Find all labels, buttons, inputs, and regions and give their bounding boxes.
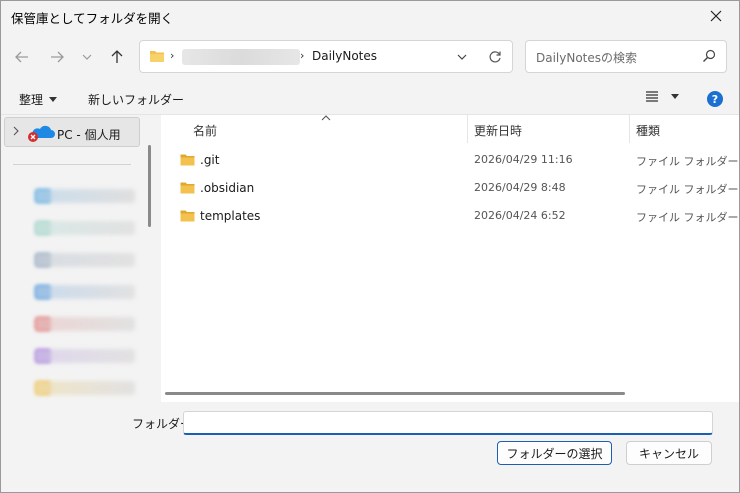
- redacted-nav-item[interactable]: [35, 253, 135, 267]
- breadcrumb-separator: ›: [300, 49, 305, 62]
- search-placeholder[interactable]: DailyNotesの検索: [536, 49, 637, 66]
- redacted-nav-item[interactable]: [35, 221, 135, 235]
- breadcrumb-separator: ›: [170, 49, 175, 62]
- file-name: templates: [200, 209, 261, 223]
- redacted-nav-item[interactable]: [35, 317, 135, 331]
- redacted-breadcrumb: [182, 49, 300, 65]
- chevron-down-icon: [457, 54, 467, 60]
- onedrive-error-icon: [28, 125, 55, 142]
- address-history-dropdown[interactable]: [453, 49, 471, 65]
- folder-icon: [180, 154, 195, 166]
- title-bar: 保管庫としてフォルダを開く: [1, 1, 739, 31]
- breadcrumb-current[interactable]: DailyNotes: [312, 49, 377, 63]
- folder-icon: [150, 51, 164, 62]
- refresh-button[interactable]: [486, 48, 504, 66]
- recent-locations-button[interactable]: [76, 45, 98, 69]
- up-button[interactable]: [104, 45, 130, 69]
- cancel-button[interactable]: キャンセル: [626, 441, 712, 465]
- nav-item-pc[interactable]: PC - 個人用: [4, 117, 140, 147]
- list-view-icon: [646, 91, 658, 102]
- file-date: 2026/04/29 8:48: [474, 181, 566, 194]
- file-row[interactable]: .git 2026/04/29 11:16 ファイル フォルダー: [161, 146, 739, 174]
- file-list: 名前 更新日時 種類 .git 2026/04/29 11:16 ファイル フォ…: [161, 115, 739, 402]
- file-type: ファイル フォルダー: [636, 155, 739, 168]
- chevron-right-icon: [13, 126, 19, 136]
- folder-icon: [180, 210, 195, 222]
- caret-down-icon: [49, 97, 58, 102]
- redacted-nav-item[interactable]: [35, 189, 135, 203]
- address-bar[interactable]: › › DailyNotes: [139, 40, 513, 73]
- folder-name-input[interactable]: [183, 411, 713, 435]
- nav-divider: [13, 164, 131, 165]
- command-bar: 整理 新しいフォルダー ?: [1, 83, 739, 115]
- nav-scrollbar[interactable]: [148, 145, 151, 227]
- column-divider[interactable]: [467, 115, 468, 143]
- select-folder-button[interactable]: フォルダーの選択: [497, 441, 612, 465]
- file-name: .git: [200, 153, 220, 167]
- help-button[interactable]: ?: [707, 91, 723, 107]
- sort-up-icon: [321, 115, 331, 121]
- file-row[interactable]: .obsidian 2026/04/29 8:48 ファイル フォルダー: [161, 174, 739, 202]
- dialog-footer: フォルダー: フォルダーの選択 キャンセル: [1, 402, 739, 492]
- chevron-down-icon: [82, 54, 92, 60]
- redacted-nav-item[interactable]: [35, 285, 135, 299]
- horizontal-scrollbar[interactable]: [165, 392, 625, 395]
- column-divider[interactable]: [629, 115, 630, 143]
- arrow-up-icon: [111, 50, 123, 63]
- close-button[interactable]: [693, 1, 739, 31]
- organize-label: 整理: [19, 93, 44, 107]
- redacted-nav-item[interactable]: [35, 381, 135, 395]
- refresh-icon: [489, 51, 501, 63]
- caret-down-icon: [671, 93, 679, 99]
- organize-button[interactable]: 整理: [19, 91, 58, 108]
- file-name: .obsidian: [200, 181, 255, 195]
- file-type: ファイル フォルダー: [636, 183, 739, 196]
- search-icon: [703, 49, 716, 62]
- file-type: ファイル フォルダー: [636, 211, 739, 224]
- navigation-pane: PC - 個人用: [1, 115, 159, 402]
- view-options-button[interactable]: [645, 90, 679, 102]
- file-date: 2026/04/24 6:52: [474, 209, 566, 222]
- folder-icon: [180, 182, 195, 194]
- open-folder-dialog: 保管庫としてフォルダを開く › › DailyNotes DailyNotesの…: [0, 0, 740, 493]
- forward-button[interactable]: [44, 45, 70, 69]
- redacted-nav-item[interactable]: [35, 349, 135, 363]
- new-folder-button[interactable]: 新しいフォルダー: [88, 91, 184, 108]
- back-button[interactable]: [9, 45, 35, 69]
- arrow-right-icon: [51, 51, 64, 63]
- window-title: 保管庫としてフォルダを開く: [11, 11, 174, 26]
- file-row[interactable]: templates 2026/04/24 6:52 ファイル フォルダー: [161, 202, 739, 230]
- file-date: 2026/04/29 11:16: [474, 153, 573, 166]
- nav-item-pc-label: PC - 個人用: [57, 128, 121, 142]
- search-box[interactable]: DailyNotesの検索: [525, 40, 727, 73]
- arrow-left-icon: [15, 51, 28, 63]
- close-icon: [710, 10, 722, 22]
- navigation-bar: › › DailyNotes DailyNotesの検索: [1, 31, 739, 83]
